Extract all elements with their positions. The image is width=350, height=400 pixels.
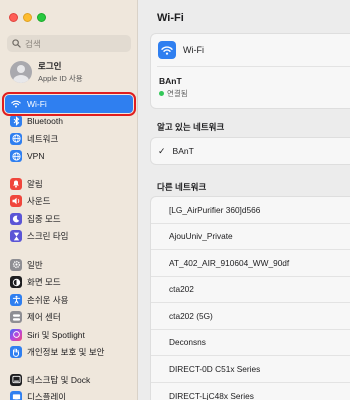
connection-status: 연결됨 xyxy=(159,88,350,99)
other-network-row[interactable]: cta202 xyxy=(151,277,350,303)
minimize-window-button[interactable] xyxy=(23,13,32,22)
other-network-row[interactable]: [LG_AirPurifier 360]d566 xyxy=(151,197,350,224)
sidebar-group-network: Wi-Fi Bluetooth 네트워크 VPN xyxy=(2,92,136,166)
sidebar-item-focus[interactable]: 집중 모드 xyxy=(5,210,133,228)
control-center-icon xyxy=(10,311,22,324)
speaker-icon xyxy=(10,195,22,208)
sidebar-item-label: Siri 및 Spotlight xyxy=(27,329,85,340)
siri-icon xyxy=(10,328,22,341)
known-networks-card: ✓ BAnT xyxy=(150,137,350,165)
known-network-name: BAnT xyxy=(172,146,194,156)
hourglass-icon xyxy=(10,230,22,243)
wifi-toggle-row[interactable]: Wi-Fi xyxy=(151,34,350,66)
page-title: Wi-Fi xyxy=(157,12,184,24)
sidebar-item-displays[interactable]: 디스플레이 xyxy=(5,389,133,400)
search-input[interactable] xyxy=(25,38,125,49)
search-icon xyxy=(12,39,21,48)
sidebar-item-wifi[interactable]: Wi-Fi xyxy=(2,92,136,116)
known-network-row[interactable]: ✓ BAnT xyxy=(151,138,350,164)
window-controls xyxy=(9,13,46,22)
sidebar-item-label: 데스크탑 및 Dock xyxy=(27,374,91,385)
other-network-row[interactable]: Deconsns xyxy=(151,330,350,356)
account-subtitle: Apple ID 사용 xyxy=(38,74,83,83)
appearance-icon xyxy=(10,276,22,289)
known-networks-title: 알고 있는 네트워크 xyxy=(157,122,225,132)
sidebar-item-vpn[interactable]: VPN xyxy=(5,148,133,166)
connected-network[interactable]: BAnT 연결됨 xyxy=(151,67,350,108)
sidebar-item-privacy-security[interactable]: 개인정보 보호 및 보안 xyxy=(5,344,133,362)
sidebar-item-label: VPN xyxy=(27,151,45,162)
sidebar-item-label: Wi-Fi xyxy=(27,98,47,109)
close-window-button[interactable] xyxy=(9,13,18,22)
gear-icon xyxy=(10,258,22,271)
bell-icon xyxy=(10,177,22,190)
sidebar-item-accessibility[interactable]: 손쉬운 사용 xyxy=(5,291,133,309)
sidebar-item-label: 제어 센터 xyxy=(27,312,61,323)
sidebar-item-label: 알림 xyxy=(27,178,43,189)
sidebar-item-general[interactable]: 일반 xyxy=(5,256,133,274)
sidebar-item-appearance[interactable]: 화면 모드 xyxy=(5,274,133,292)
wifi-status-card: Wi-Fi BAnT 연결됨 xyxy=(150,33,350,109)
connection-status-text: 연결됨 xyxy=(167,89,188,98)
sidebar-group-general: 일반 화면 모드 손쉬운 사용 제어 센터 Siri 및 Spotlight 개… xyxy=(5,256,133,361)
main-pane: Wi-Fi Wi-Fi BAnT 연결됨 알고 있는 네트워크 ✓ BAnT 다… xyxy=(139,0,350,400)
sidebar-item-label: Bluetooth xyxy=(27,116,63,127)
sidebar-item-label: 개인정보 보호 및 보안 xyxy=(27,347,105,358)
sidebar-item-desktop-dock[interactable]: 데스크탑 및 Dock xyxy=(5,371,133,389)
bluetooth-icon xyxy=(10,115,22,128)
globe-icon xyxy=(10,132,22,145)
zoom-window-button[interactable] xyxy=(37,13,46,22)
other-networks-title: 다른 네트워크 xyxy=(157,182,207,192)
hand-icon xyxy=(10,346,22,359)
checkmark-icon: ✓ xyxy=(158,145,166,156)
sidebar-group-notifications: 알림 사운드 집중 모드 스크린 타임 xyxy=(5,175,133,245)
account-name: 로그인 xyxy=(38,61,62,71)
apple-id-account[interactable]: 로그인 Apple ID 사용 xyxy=(10,60,83,84)
sidebar-item-label: 네트워크 xyxy=(27,133,59,144)
dock-icon xyxy=(10,373,22,386)
other-network-row[interactable]: AjouUniv_Private xyxy=(151,224,350,250)
moon-icon xyxy=(10,212,22,225)
wifi-icon xyxy=(158,41,176,59)
sidebar-item-control-center[interactable]: 제어 센터 xyxy=(5,309,133,327)
sidebar-item-label: 스크린 타임 xyxy=(27,231,69,242)
sidebar-item-notifications[interactable]: 알림 xyxy=(5,175,133,193)
sidebar: 로그인 Apple ID 사용 Wi-Fi Bluetooth 네트워크 xyxy=(0,0,138,400)
sidebar-item-label: 화면 모드 xyxy=(27,277,61,288)
wifi-label: Wi-Fi xyxy=(183,45,204,55)
sidebar-item-label: 사운드 xyxy=(27,196,51,207)
other-network-row[interactable]: DIRECT-LjC48x Series xyxy=(151,383,350,400)
other-network-row[interactable]: DIRECT-0D C51x Series xyxy=(151,356,350,383)
sidebar-group-desktop: 데스크탑 및 Dock 디스플레이 xyxy=(5,371,133,400)
avatar xyxy=(10,61,32,83)
other-networks-card: [LG_AirPurifier 360]d566 AjouUniv_Privat… xyxy=(150,196,350,400)
other-network-row[interactable]: cta202 (5G) xyxy=(151,303,350,330)
accessibility-icon xyxy=(10,293,22,306)
connected-status-dot-icon xyxy=(159,91,164,96)
sidebar-item-label: 일반 xyxy=(27,259,43,270)
sidebar-item-label: 손쉬운 사용 xyxy=(27,294,69,305)
connected-ssid: BAnT xyxy=(159,76,182,86)
search-field[interactable] xyxy=(7,35,131,52)
display-icon xyxy=(10,391,22,400)
sidebar-item-bluetooth[interactable]: Bluetooth xyxy=(5,113,133,131)
sidebar-item-label: 디스플레이 xyxy=(27,392,67,400)
sidebar-item-siri-spotlight[interactable]: Siri 및 Spotlight xyxy=(5,326,133,344)
sidebar-item-sound[interactable]: 사운드 xyxy=(5,193,133,211)
sidebar-item-network[interactable]: 네트워크 xyxy=(5,130,133,148)
wifi-icon xyxy=(10,98,22,110)
sidebar-item-label: 집중 모드 xyxy=(27,213,61,224)
sidebar-item-screen-time[interactable]: 스크린 타임 xyxy=(5,228,133,246)
vpn-globe-icon xyxy=(10,150,22,163)
other-network-row[interactable]: AT_402_AIR_910604_WW_90df xyxy=(151,250,350,277)
